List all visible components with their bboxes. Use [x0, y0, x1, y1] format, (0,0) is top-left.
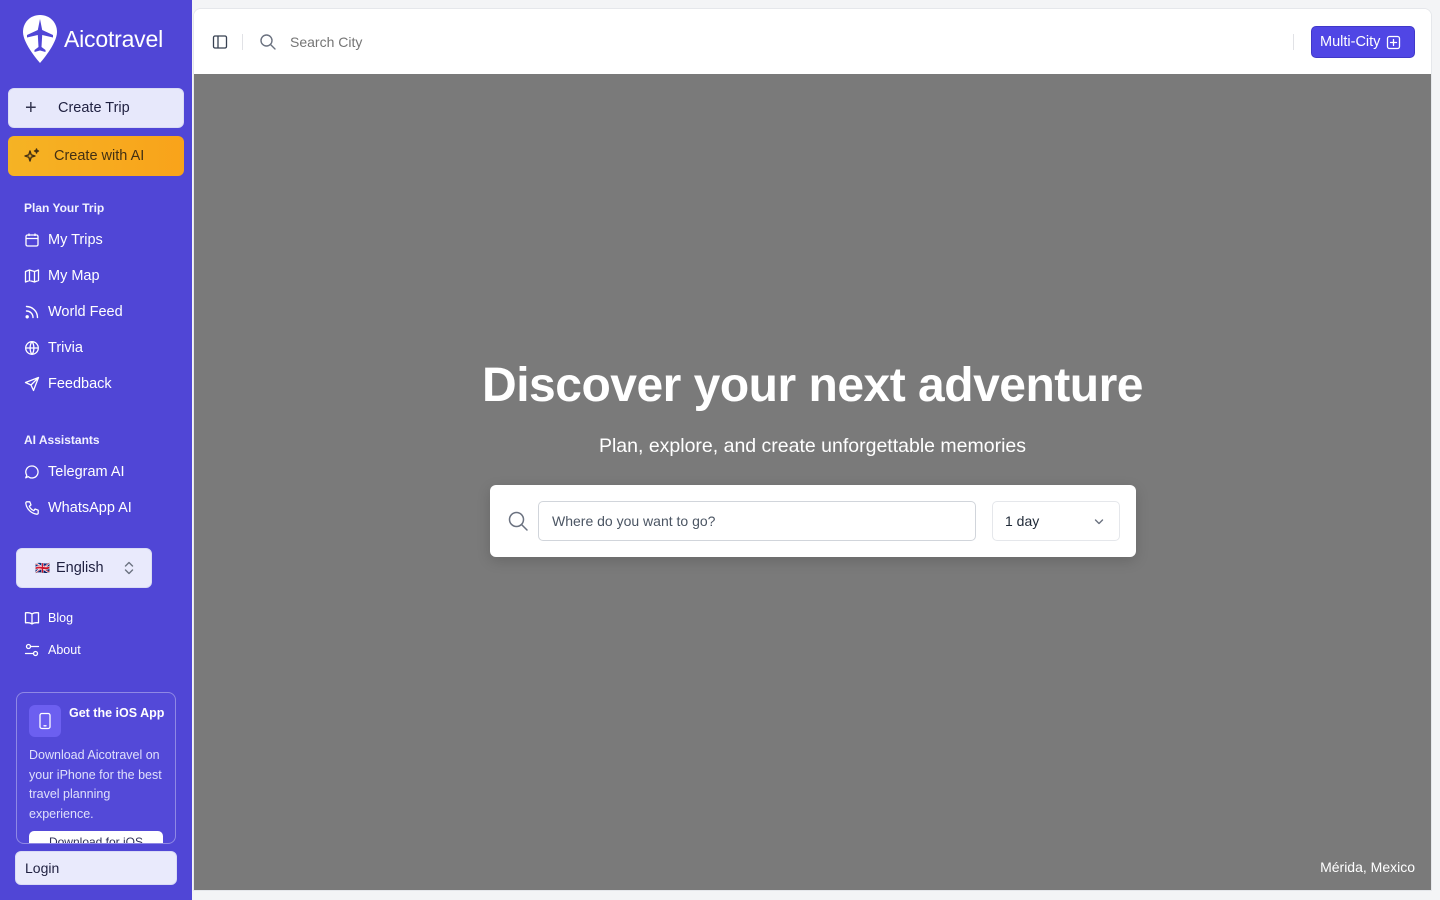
- book-icon: [24, 612, 40, 625]
- login-button[interactable]: Login: [15, 851, 177, 885]
- nav-my-trips[interactable]: My Trips: [24, 232, 103, 248]
- nav-trivia-label: Trivia: [48, 340, 83, 356]
- background-location-label: Mérida, Mexico: [1320, 859, 1415, 875]
- nav-blog-label: Blog: [48, 611, 74, 625]
- smartphone-icon: [29, 705, 61, 737]
- divider: [242, 34, 243, 50]
- nav-telegram-ai[interactable]: Telegram AI: [24, 464, 125, 480]
- ios-card-description: Download Aicotravel on your iPhone for t…: [29, 748, 162, 821]
- nav-trivia[interactable]: Trivia: [24, 340, 83, 356]
- main-panel: Multi-City Discover your next adventure …: [193, 8, 1432, 891]
- nav-my-map-label: My Map: [48, 268, 100, 284]
- send-icon: [24, 376, 40, 392]
- ios-card-title: Get the iOS App: [69, 706, 165, 720]
- nav-about[interactable]: About: [24, 642, 81, 658]
- divider: [1293, 34, 1294, 50]
- nav-about-label: About: [48, 643, 81, 657]
- nav-my-map[interactable]: My Map: [24, 268, 100, 284]
- plan-your-trip-heading: Plan Your Trip: [24, 201, 105, 215]
- uk-flag-icon: 🇬🇧: [35, 561, 50, 575]
- nav-whatsapp-ai-label: WhatsApp AI: [48, 500, 132, 516]
- nav-feedback-label: Feedback: [48, 376, 112, 392]
- nav-whatsapp-ai[interactable]: WhatsApp AI: [24, 500, 132, 516]
- language-label: English: [55, 560, 104, 576]
- ai-assistants-heading: AI Assistants: [24, 433, 100, 447]
- search-city-input[interactable]: [290, 34, 590, 50]
- nav-blog[interactable]: Blog: [24, 610, 73, 626]
- create-with-ai-button[interactable]: Create with AI: [8, 136, 184, 176]
- trip-duration-value: 1 day: [1005, 513, 1040, 529]
- search-icon: [508, 511, 528, 531]
- sidebar-toggle-icon[interactable]: [212, 34, 228, 50]
- language-selector[interactable]: 🇬🇧 English: [16, 548, 152, 588]
- create-trip-label: Create Trip: [58, 100, 130, 116]
- top-bar: Multi-City: [194, 9, 1431, 74]
- destination-search-card: 1 day: [490, 485, 1136, 557]
- airplane-pin-logo-icon: [23, 15, 57, 63]
- rss-icon: [25, 305, 39, 319]
- nav-my-trips-label: My Trips: [48, 232, 103, 248]
- search-icon: [260, 34, 276, 50]
- nav-world-feed-label: World Feed: [48, 304, 123, 320]
- create-with-ai-label: Create with AI: [54, 148, 145, 164]
- sliders-icon: [24, 643, 40, 657]
- plus-icon: +: [25, 97, 37, 119]
- app-name: Aicotravel: [64, 25, 163, 52]
- trip-duration-select[interactable]: 1 day: [992, 501, 1120, 541]
- map-icon: [24, 269, 40, 283]
- create-trip-button[interactable]: + Create Trip: [8, 88, 184, 128]
- nav-feedback[interactable]: Feedback: [24, 376, 112, 392]
- chevron-down-icon: [1094, 519, 1104, 525]
- sidebar: Aicotravel + Create Trip Create with AI …: [0, 0, 192, 900]
- nav-world-feed[interactable]: World Feed: [24, 304, 123, 320]
- ios-app-card: Get the iOS App Download Aicotravel on y…: [16, 692, 176, 844]
- nav-telegram-ai-label: Telegram AI: [48, 464, 125, 480]
- download-ios-button[interactable]: Download for iOS: [29, 831, 163, 843]
- sparkles-icon: [24, 148, 40, 162]
- multi-city-button[interactable]: Multi-City: [1311, 26, 1415, 58]
- phone-icon: [25, 501, 39, 515]
- plus-square-icon: [1387, 35, 1401, 49]
- hero-section: Discover your next adventure Plan, explo…: [194, 74, 1431, 890]
- calendar-icon: [25, 233, 39, 247]
- destination-input[interactable]: [538, 501, 976, 541]
- multi-city-label: Multi-City: [1320, 34, 1381, 50]
- globe-icon: [25, 341, 39, 355]
- hero-title: Discover your next adventure: [482, 359, 1143, 412]
- logo[interactable]: Aicotravel: [22, 14, 163, 64]
- chat-bubble-icon: [25, 465, 39, 479]
- chevron-up-down-icon: [124, 561, 134, 575]
- hero-subtitle: Plan, explore, and create unforgettable …: [598, 435, 1027, 457]
